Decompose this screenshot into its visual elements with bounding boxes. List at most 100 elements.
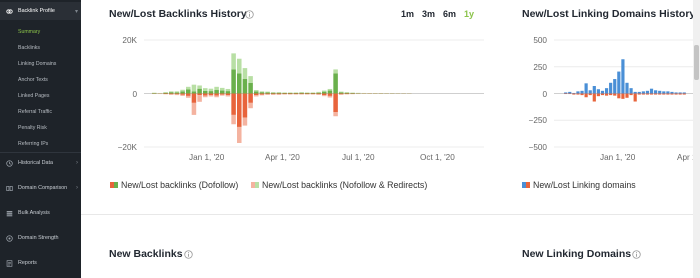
bar-new-nofollow [186, 86, 191, 90]
bar-lost-nofollow [327, 95, 333, 98]
legend-dofollow[interactable]: New/Lost backlinks (Dofollow) [110, 180, 238, 190]
bar-new-dofollow [152, 92, 157, 94]
sidebar-section-label: Domain Strength [18, 235, 59, 241]
scrollbar-thumb[interactable] [694, 45, 699, 80]
bar-lost-domains [564, 93, 568, 95]
legend-linking-domains[interactable]: New/Lost Linking domains [522, 180, 636, 190]
legend-label: New/Lost backlinks (Dofollow) [121, 180, 239, 190]
y-tick-label: 0 [542, 90, 547, 99]
report-icon [6, 259, 13, 267]
sidebar-header-label: Backlink Profile [18, 8, 55, 14]
sidebar-section-domain-strength[interactable]: Domain Strength [0, 229, 81, 247]
sidebar-item-backlinks[interactable]: Backlinks [18, 45, 40, 51]
bar-lost-domains [682, 93, 686, 95]
sidebar-section-backlink-profile[interactable]: Backlink Profile ▾ [0, 2, 81, 20]
bar-new-dofollow [316, 92, 321, 94]
bar-lost-domains [633, 93, 637, 102]
bar-new-nofollow [197, 85, 202, 89]
bar-new-domains [629, 88, 633, 94]
bar-new-nofollow [242, 68, 248, 79]
vertical-scrollbar[interactable] [693, 0, 700, 278]
bar-new-dofollow [339, 92, 344, 94]
sidebar-item-referral-traffic[interactable]: Referral Traffic [18, 109, 52, 115]
bar-lost-dofollow [305, 93, 310, 95]
sidebar-section-reports[interactable]: Reports [0, 254, 81, 272]
bar-new-nofollow [259, 91, 265, 93]
bar-new-domains [580, 90, 584, 94]
bar-new-domains [641, 91, 645, 94]
sidebar-item-anchor-texts[interactable]: Anchor Texts [18, 77, 48, 83]
bar-lost-dofollow [248, 93, 253, 103]
sidebar: Backlink Profile ▾ Summary Backlinks Lin… [0, 0, 81, 278]
sidebar-item-summary[interactable]: Summary [18, 29, 40, 35]
bar-new-dofollow [197, 88, 202, 94]
range-1m-button[interactable]: 1m [401, 9, 414, 19]
legend-label: New/Lost Linking domains [533, 180, 636, 190]
sidebar-section-historical-data[interactable]: Historical Data › [0, 154, 81, 172]
bar-lost-domains [649, 93, 654, 95]
x-tick-label: Oct 1, '20 [420, 153, 455, 162]
bar-lost-nofollow [288, 94, 293, 95]
bar-new-dofollow [169, 92, 174, 94]
range-6m-button[interactable]: 6m [443, 9, 456, 19]
bar-lost-dofollow [242, 93, 248, 118]
bar-new-dofollow [327, 90, 333, 94]
bar-new-dofollow [225, 91, 231, 94]
y-tick-label: −250 [528, 116, 547, 125]
bar-lost-domains [584, 93, 588, 98]
bar-new-nofollow [276, 92, 282, 93]
bar-lost-dofollow [163, 93, 168, 95]
bar-new-domains [670, 91, 674, 94]
link-icon [6, 8, 13, 14]
info-icon[interactable] [184, 250, 193, 259]
sidebar-item-penalty-risk[interactable]: Penalty Risk [18, 125, 47, 131]
y-tick-label: 250 [533, 63, 547, 72]
bar-lost-dofollow [191, 93, 197, 103]
range-1y-button[interactable]: 1y [464, 9, 474, 19]
bar-lost-nofollow [191, 102, 197, 115]
legend-swatch-lost [526, 182, 530, 188]
bar-new-domains [617, 71, 621, 94]
info-icon[interactable] [632, 250, 641, 259]
sidebar-section-label: Bulk Analysis [18, 210, 50, 216]
bar-lost-dofollow [299, 93, 304, 95]
bar-lost-domains [592, 93, 596, 102]
bar-lost-domains [678, 93, 682, 95]
bar-new-nofollow [316, 91, 321, 93]
bar-lost-nofollow [265, 94, 270, 95]
bar-new-domains [666, 91, 670, 94]
bar-lost-nofollow [282, 94, 287, 95]
bar-lost-domains [674, 93, 678, 95]
bar-new-nofollow [208, 88, 214, 92]
sidebar-item-linking-domains[interactable]: Linking Domains [18, 61, 56, 67]
strength-icon [6, 234, 13, 242]
bar-lost-domains [588, 93, 592, 96]
bar-lost-dofollow [254, 93, 259, 96]
legend-label: New/Lost backlinks (Nofollow & Redirects… [262, 180, 428, 190]
bar-lost-nofollow [316, 94, 321, 95]
sidebar-item-linked-pages[interactable]: Linked Pages [18, 93, 49, 99]
bar-lost-dofollow [293, 93, 299, 95]
main-content: New/Lost Backlinks History 1m 3m 6m 1y 2… [81, 0, 700, 278]
bar-lost-domains [617, 93, 621, 99]
bar-lost-domains [609, 93, 613, 96]
sidebar-item-referring-ips[interactable]: Referring IPs [18, 141, 48, 147]
bar-new-nofollow [214, 86, 219, 91]
bar-new-domains [572, 92, 576, 94]
sidebar-section-bulk-analysis[interactable]: Bulk Analysis [0, 204, 81, 222]
sidebar-section-domain-comparison[interactable]: Domain Comparison › [0, 179, 81, 197]
bar-lost-dofollow [322, 93, 327, 96]
bar-lost-domains [658, 93, 662, 95]
bar-new-domains [613, 79, 617, 94]
bar-new-nofollow [174, 91, 180, 93]
legend-nofollow[interactable]: New/Lost backlinks (Nofollow & Redirects… [251, 180, 427, 190]
sidebar-section-label: Domain Comparison [18, 185, 68, 191]
bar-lost-dofollow [333, 93, 338, 113]
range-3m-button[interactable]: 3m [422, 9, 435, 19]
info-icon[interactable] [245, 10, 254, 19]
bar-lost-nofollow [242, 117, 248, 126]
bar-lost-dofollow [186, 93, 191, 96]
bar-new-dofollow [180, 91, 185, 94]
x-tick-label: Jan 1, '20 [600, 153, 636, 162]
bar-lost-nofollow [259, 94, 265, 96]
